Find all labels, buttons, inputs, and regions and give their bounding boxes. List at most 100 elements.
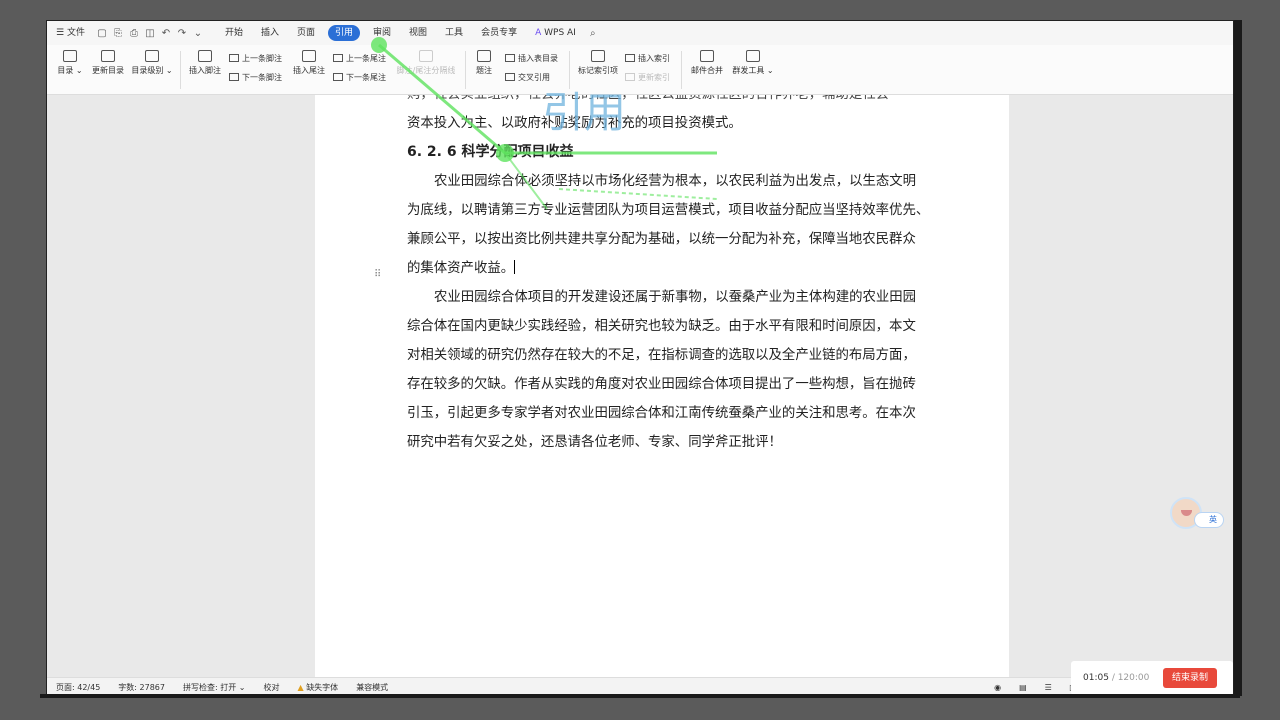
wps-writer-window: ☰ 文件 ▢ ⎘ ⎙ ◫ ↶ ↷ ⌄ 开始 插入 页面 引用 审阅 视图 工具 … (46, 20, 1234, 696)
tab-page[interactable]: 页面 (288, 21, 324, 45)
missing-font-label: 缺失字体 (306, 683, 339, 692)
eye-icon[interactable]: ◉ (985, 683, 1010, 692)
insert-table-of-figures-button[interactable]: 插入表目录 (505, 53, 558, 64)
toc-level-icon (145, 50, 159, 62)
insert-index-label: 插入索引 (638, 54, 670, 63)
missing-font-button[interactable]: ▲ 缺失字体 (288, 682, 347, 693)
next-endnote-button[interactable]: 下一条尾注 (333, 72, 386, 83)
outline-view-icon[interactable]: ☰ (1036, 683, 1061, 692)
wps-ai-button[interactable]: A WPS AI (526, 21, 585, 45)
warning-icon: ▲ (297, 683, 304, 692)
save-icon[interactable]: ▢ (94, 28, 110, 39)
update-toc-icon (101, 50, 115, 62)
toc-level-button[interactable]: 目录级别 ⌄ (131, 45, 173, 76)
prev-footnote-icon (229, 54, 239, 62)
insert-index-icon (625, 54, 635, 62)
next-endnote-label: 下一条尾注 (346, 73, 386, 82)
paragraph-line: 农业田园综合体必须坚持以市场化经营为根本，以农民利益为出发点，以生态文明 (434, 174, 917, 189)
input-language-badge[interactable]: 英 (1194, 512, 1224, 528)
spellcheck-toggle[interactable]: 拼写检查: 打开 ⌄ (174, 682, 255, 693)
prev-footnote-button[interactable]: 上一条脚注 (229, 53, 282, 64)
print-icon[interactable]: ⎙ (126, 28, 142, 39)
stop-recording-button[interactable]: 结束录制 (1163, 668, 1217, 688)
references-ribbon: 目录 ⌄ 更新目录 目录级别 ⌄ 插入脚注 上一条脚注 下一条脚注 插入尾注 上… (47, 45, 1233, 95)
page-view-icon[interactable]: ▤ (1010, 683, 1036, 692)
insert-footnote-button[interactable]: 插入脚注 (187, 45, 223, 76)
file-menu-label: 文件 (66, 28, 85, 38)
mail-merge-label: 邮件合并 (691, 66, 723, 75)
page-indicator[interactable]: 页面: 42/45 (47, 682, 109, 693)
toc-level-label: 目录级别 (131, 66, 164, 75)
paragraph-line: 对相关领域的研究仍然存在较大的不足，在指标调查的选取以及全产业链的布局方面， (407, 348, 916, 363)
insert-endnote-label: 插入尾注 (293, 66, 325, 75)
paragraph-line: 研究中若有欠妥之处，还恳请各位老师、专家、同学斧正批评！ (407, 435, 782, 450)
bulk-tools-label: 群发工具 (732, 66, 765, 75)
document-page[interactable]: 购，社会实业组织，社会养老的社区，社区公益资源社区的合作养老，辅助是社会 资本投… (315, 95, 1009, 695)
footnote-separator-label: 脚注/尾注分隔线 (396, 66, 456, 75)
next-footnote-icon (229, 73, 239, 81)
update-toc-button[interactable]: 更新目录 (89, 45, 127, 76)
word-count[interactable]: 字数: 27867 (109, 682, 174, 693)
mark-index-entry-button[interactable]: 标记索引项 (575, 45, 621, 76)
wps-ai-icon: A (535, 28, 542, 38)
paragraph-line: 兼顾公平，以按出资比例共建共享分配为基础，以统一分配为补充，保障当地农民群众 (407, 232, 916, 247)
section-heading: 6. 2. 6 科学分配项目收益 (407, 144, 574, 160)
ribbon-divider (180, 51, 181, 89)
mark-index-entry-label: 标记索引项 (578, 66, 618, 75)
caption-icon (477, 50, 491, 62)
update-index-label: 更新索引 (638, 73, 670, 82)
menu-bar: ☰ 文件 ▢ ⎘ ⎙ ◫ ↶ ↷ ⌄ 开始 插入 页面 引用 审阅 视图 工具 … (47, 21, 1233, 45)
tab-home[interactable]: 开始 (216, 21, 252, 45)
footnote-separator-button[interactable]: 脚注/尾注分隔线 (395, 45, 457, 76)
search-icon[interactable]: ⌕ (585, 28, 601, 39)
preview-icon[interactable]: ◫ (142, 28, 158, 39)
bulk-tools-button[interactable]: 群发工具 ⌄ (730, 45, 776, 76)
update-index-button[interactable]: 更新索引 (625, 72, 670, 83)
bulk-mail-icon (746, 50, 760, 62)
paragraph-line: 综合体在国内更缺少实践经验，相关研究也较为缺乏。由于水平有限和时间原因，本文 (407, 319, 916, 334)
insert-endnote-button[interactable]: 插入尾注 (291, 45, 327, 76)
paragraph-end-text: 的集体资产收益。 (407, 261, 515, 276)
ribbon-divider (465, 51, 466, 89)
next-footnote-button[interactable]: 下一条脚注 (229, 72, 282, 83)
prev-endnote-icon (333, 54, 343, 62)
ribbon-divider (681, 51, 682, 89)
mark-index-icon (591, 50, 605, 62)
insert-index-button[interactable]: 插入索引 (625, 53, 670, 64)
tab-references[interactable]: 引用 (328, 25, 361, 41)
window-edge (40, 694, 1240, 698)
compat-mode-label: 兼容模式 (356, 683, 389, 692)
overlay-caption: 引用 (542, 88, 627, 137)
update-toc-label: 更新目录 (92, 66, 124, 75)
tab-member[interactable]: 会员专享 (472, 21, 526, 45)
separator-icon (419, 50, 433, 62)
export-icon[interactable]: ⎘ (110, 28, 126, 39)
proofread-button[interactable]: 校对 (254, 682, 288, 693)
figures-icon (505, 54, 515, 62)
toc-button[interactable]: 目录 ⌄ (55, 45, 85, 76)
chevron-down-icon[interactable]: ⌄ (190, 28, 206, 39)
document-body[interactable]: 购，社会实业组织，社会养老的社区，社区公益资源社区的合作养老，辅助是社会 资本投… (407, 95, 947, 457)
tab-review[interactable]: 审阅 (364, 21, 400, 45)
prev-endnote-button[interactable]: 上一条尾注 (333, 53, 386, 64)
wps-ai-label: WPS AI (544, 28, 576, 38)
paragraph-line: 存在较多的欠缺。作者从实践的角度对农业田园综合体项目提出了一些构想，旨在抛砖 (407, 377, 916, 392)
drag-handle-icon[interactable]: ⠿ (374, 269, 381, 280)
prev-endnote-label: 上一条尾注 (346, 54, 386, 63)
tab-insert[interactable]: 插入 (252, 21, 288, 45)
tab-tools[interactable]: 工具 (436, 21, 472, 45)
caption-button[interactable]: 题注 (471, 45, 497, 76)
partial-text-line: 购，社会实业组织，社会养老的社区，社区公益资源社区的合作养老，辅助是社会 (407, 95, 947, 109)
paragraph-line: 农业田园综合体项目的开发建设还属于新事物，以蚕桑产业为主体构建的农业田园 (434, 290, 917, 305)
caption-label: 题注 (476, 66, 492, 75)
tab-view[interactable]: 视图 (400, 21, 436, 45)
window-edge (1234, 20, 1242, 696)
endnote-icon (302, 50, 316, 62)
undo-icon[interactable]: ↶ (158, 28, 174, 39)
file-menu[interactable]: ☰ 文件 (47, 21, 94, 45)
paragraph-line: 的集体资产收益。 (407, 254, 947, 283)
toc-label: 目录 (57, 66, 74, 75)
redo-icon[interactable]: ↷ (174, 28, 190, 39)
mail-merge-button[interactable]: 邮件合并 (687, 45, 727, 76)
recording-elapsed: 01:05 (1083, 673, 1109, 683)
